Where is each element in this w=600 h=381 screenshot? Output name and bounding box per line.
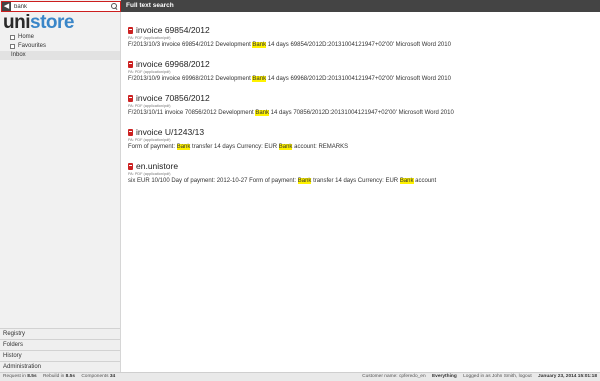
sidebar-item-home[interactable]: Home bbox=[0, 33, 120, 42]
snippet-highlight: Bank bbox=[176, 144, 191, 150]
rebuild-label: Rebuild in bbox=[42, 374, 65, 379]
status-bar: Request in 8.5s Rebuild in 8.5s Componen… bbox=[0, 372, 600, 381]
search-icon[interactable] bbox=[110, 2, 119, 11]
customer-label: Customer name: bbox=[362, 374, 398, 379]
sidebar-item-folders[interactable]: Folders bbox=[0, 339, 120, 350]
sidebar: ◀ unistore Home Favourites Inbox Registr… bbox=[0, 0, 121, 372]
sidebar-item-label: Inbox bbox=[11, 52, 26, 58]
list-item: invoice 70856/2012 PA: PDF (application/… bbox=[128, 93, 593, 117]
list-item: invoice 69854/2012 PA: PDF (application/… bbox=[128, 25, 593, 49]
snippet-text: F/2013/10/3 invoice 69854/2012 Developme… bbox=[128, 42, 253, 48]
rebuild-value: 8.5s bbox=[65, 374, 75, 379]
pdf-icon bbox=[128, 60, 133, 68]
logged-in-label: Logged in as bbox=[463, 374, 491, 379]
snippet-highlight: Bank bbox=[278, 144, 293, 150]
logout-link[interactable]: logout bbox=[519, 374, 532, 379]
snippet-highlight: Bank bbox=[255, 110, 269, 116]
expand-icon[interactable] bbox=[10, 44, 15, 49]
logo-text-store: store bbox=[30, 12, 74, 33]
snippet-text: Form of payment: bbox=[128, 144, 177, 150]
result-title[interactable]: invoice 69968/2012 bbox=[128, 59, 593, 69]
logo[interactable]: unistore bbox=[3, 12, 74, 34]
result-title-text[interactable]: invoice 70856/2012 bbox=[136, 93, 210, 103]
components-label: Components bbox=[81, 374, 109, 379]
sidebar-item-label: Home bbox=[18, 34, 35, 40]
user-link[interactable]: John Smith bbox=[492, 374, 516, 379]
result-snippet: F/2013/10/3 invoice 69854/2012 Developme… bbox=[128, 41, 593, 49]
result-title[interactable]: en.unistore bbox=[128, 161, 593, 171]
snippet-text: F/2013/10/9 invoice 69968/2012 Developme… bbox=[128, 76, 253, 82]
snippet-highlight: Bank bbox=[252, 42, 267, 48]
customer-value: cpferedo_en bbox=[398, 374, 426, 379]
snippet-text: 14 days 69854/2012D:20131004121947+02'00… bbox=[266, 42, 451, 48]
list-item: invoice U/1243/13 PA: PDF (application/p… bbox=[128, 127, 593, 151]
request-value: 8.5s bbox=[27, 374, 37, 379]
search-input[interactable] bbox=[11, 2, 110, 11]
snippet-text: transfer 14 days Currency: EUR bbox=[311, 178, 400, 184]
snippet-text: 14 days 69968/2012D:20131004121947+02'00… bbox=[266, 76, 451, 82]
sidebar-item-favourites[interactable]: Favourites bbox=[0, 42, 120, 51]
sidebar-item-registry[interactable]: Registry bbox=[0, 328, 120, 339]
logo-text-uni: uni bbox=[3, 12, 31, 33]
result-title-text[interactable]: en.unistore bbox=[136, 161, 178, 171]
result-title-text[interactable]: invoice U/1243/13 bbox=[136, 127, 204, 137]
pdf-icon bbox=[128, 162, 133, 170]
search-bar: ◀ bbox=[1, 1, 121, 12]
back-arrow-icon[interactable]: ◀ bbox=[2, 2, 11, 11]
sidebar-nav: Home Favourites Inbox bbox=[0, 33, 120, 60]
result-snippet: Form of payment: Bank transfer 14 days C… bbox=[128, 143, 593, 151]
sidebar-item-label: Favourites bbox=[18, 43, 47, 49]
status-right: Customer name: cpferedo_en Everything Lo… bbox=[362, 374, 597, 379]
page-title: Full text search bbox=[121, 0, 600, 12]
list-item: invoice 69968/2012 PA: PDF (application/… bbox=[128, 59, 593, 83]
result-title[interactable]: invoice 69854/2012 bbox=[128, 25, 593, 35]
result-snippet: F/2013/10/9 invoice 69968/2012 Developme… bbox=[128, 75, 593, 83]
snippet-text: account: REMARKS bbox=[292, 144, 349, 150]
result-title-text[interactable]: invoice 69854/2012 bbox=[136, 25, 210, 35]
scope-selector[interactable]: Everything bbox=[432, 374, 457, 379]
snippet-highlight: Bank bbox=[252, 76, 267, 82]
result-title[interactable]: invoice U/1243/13 bbox=[128, 127, 593, 137]
snippet-text: 14 days 70856/2012D:20131004121947+02'00… bbox=[269, 110, 454, 116]
snippet-text: transfer 14 days Currency: EUR bbox=[190, 144, 279, 150]
request-label: Request in bbox=[3, 374, 26, 379]
snippet-highlight: Bank bbox=[399, 178, 414, 184]
snippet-highlight: Bank bbox=[297, 178, 312, 184]
list-item: en.unistore PA: PDF (application/pdf) si… bbox=[128, 161, 593, 185]
result-title-text[interactable]: invoice 69968/2012 bbox=[136, 59, 210, 69]
datetime: January 23, 2014 15:01:18 bbox=[538, 374, 597, 379]
search-results: invoice 69854/2012 PA: PDF (application/… bbox=[128, 25, 593, 195]
components-value: 34 bbox=[109, 374, 116, 379]
pdf-icon bbox=[128, 128, 133, 136]
sidebar-item-inbox[interactable]: Inbox bbox=[0, 51, 120, 60]
snippet-text: F/2013/10/11 invoice 70856/2012 Developm… bbox=[128, 110, 256, 116]
pdf-icon bbox=[128, 94, 133, 102]
result-snippet: six EUR 10/100 Day of payment: 2012-10-2… bbox=[128, 177, 593, 185]
snippet-text: six EUR 10/100 Day of payment: 2012-10-2… bbox=[128, 178, 298, 184]
expand-icon[interactable] bbox=[10, 35, 15, 40]
result-title[interactable]: invoice 70856/2012 bbox=[128, 93, 593, 103]
sidebar-item-history[interactable]: History bbox=[0, 350, 120, 361]
sidebar-bottom-nav: Registry Folders History Administration bbox=[0, 328, 120, 372]
snippet-text: account bbox=[413, 178, 437, 184]
result-snippet: F/2013/10/11 invoice 70856/2012 Developm… bbox=[128, 109, 593, 117]
sidebar-item-administration[interactable]: Administration bbox=[0, 361, 120, 372]
status-left: Request in 8.5s Rebuild in 8.5s Componen… bbox=[3, 373, 115, 381]
pdf-icon bbox=[128, 26, 133, 34]
